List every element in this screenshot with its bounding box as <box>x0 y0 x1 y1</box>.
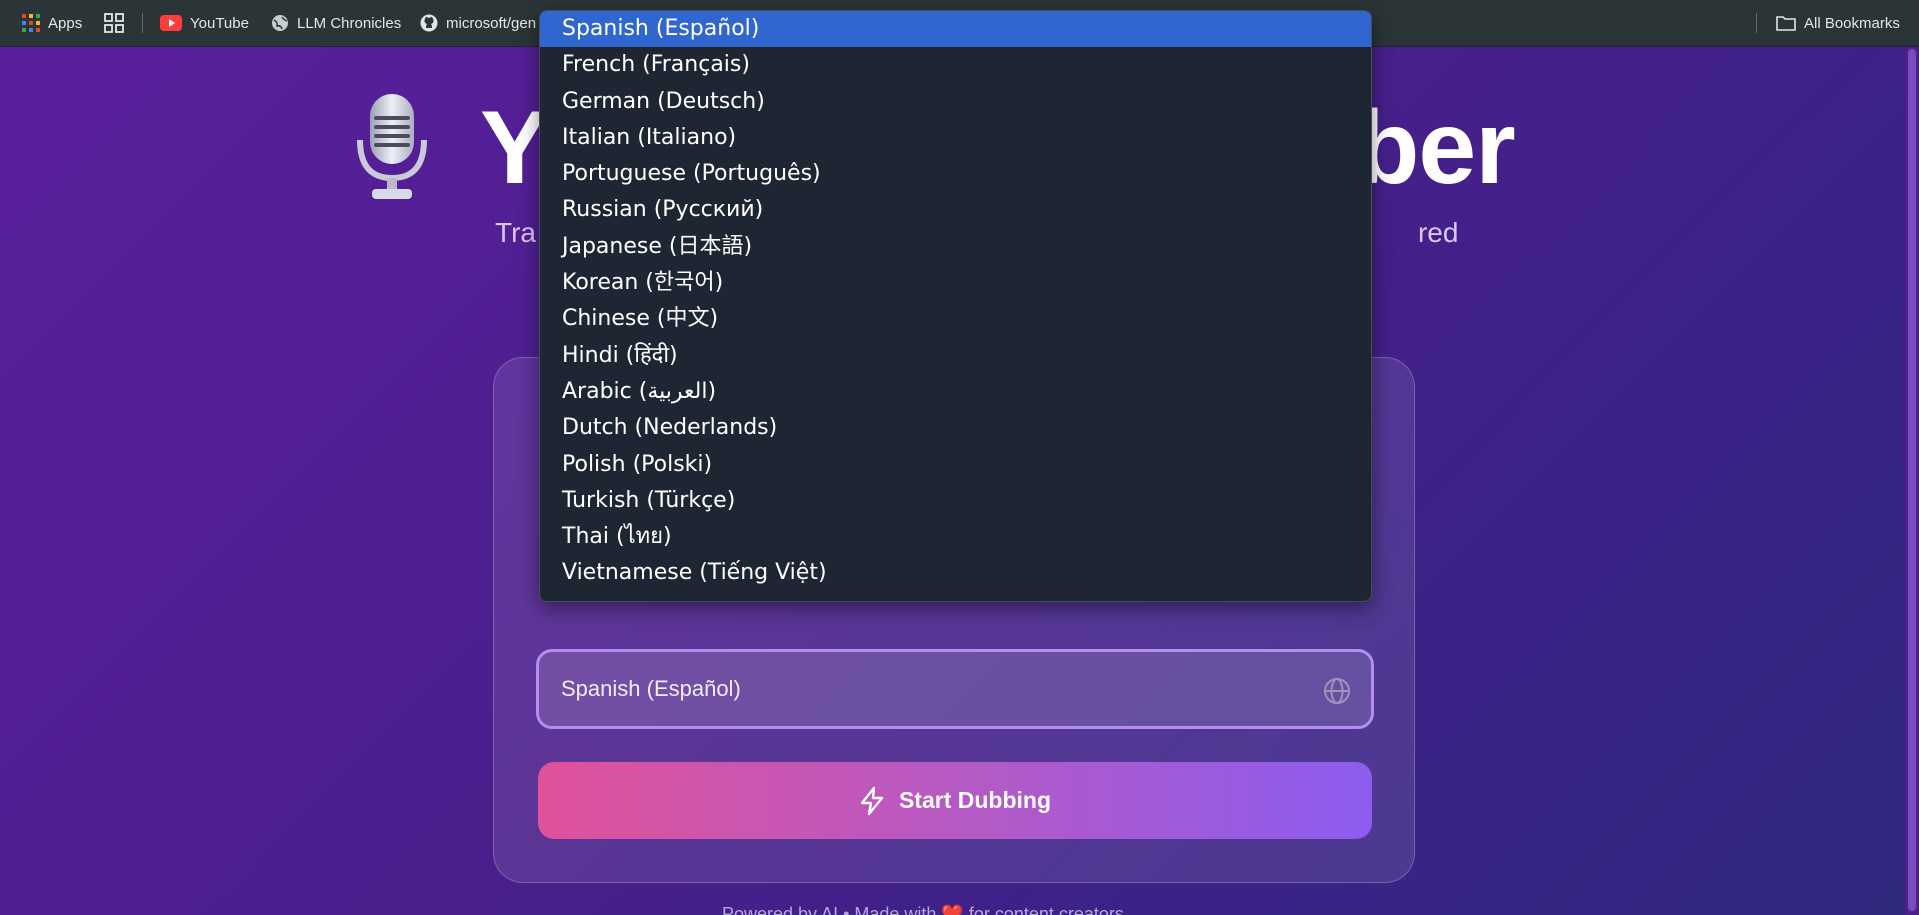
scrollbar-thumb[interactable] <box>1908 49 1916 911</box>
tab-groups-icon <box>104 13 124 33</box>
folder-icon <box>1776 16 1796 31</box>
language-option[interactable]: Dutch (Nederlands) <box>540 410 1371 446</box>
apps-shortcut[interactable]: Apps <box>22 0 82 46</box>
all-bookmarks-label: All Bookmarks <box>1804 14 1900 32</box>
bookmarks-divider <box>142 13 143 33</box>
language-option[interactable]: Vietnamese (Tiếng Việt) <box>540 555 1371 591</box>
bookmark-label: LLM Chronicles <box>297 14 402 32</box>
language-option[interactable]: Portuguese (Português) <box>540 156 1371 192</box>
apps-label: Apps <box>48 14 83 32</box>
bookmark-github[interactable]: microsoft/gen <box>420 0 536 46</box>
youtube-icon <box>160 15 182 31</box>
language-option[interactable]: Polish (Polski) <box>540 447 1371 483</box>
bookmark-youtube[interactable]: YouTube <box>160 0 249 46</box>
bookmarks-divider <box>1756 13 1757 33</box>
language-option[interactable]: Spanish (Español) <box>540 11 1371 48</box>
github-icon <box>420 14 438 32</box>
page-subtitle-start: Tra <box>495 217 536 248</box>
language-option[interactable]: Russian (Русский) <box>540 192 1371 228</box>
language-option[interactable]: Turkish (Türkçe) <box>540 483 1371 519</box>
lightning-icon <box>860 786 884 815</box>
apps-grid-icon <box>22 14 40 32</box>
target-language-select[interactable]: Spanish (Español) <box>536 649 1374 729</box>
page-subtitle-end: red <box>1417 217 1459 248</box>
language-option[interactable]: Thai (ไทย) <box>540 519 1371 555</box>
language-option[interactable]: Korean (한국어) <box>540 265 1371 301</box>
selected-language: Spanish (Español) <box>561 676 741 701</box>
page-scrollbar[interactable] <box>1905 47 1919 915</box>
bookmark-llm-chronicles[interactable]: LLM Chronicles <box>271 0 401 46</box>
start-dubbing-button[interactable]: Start Dubbing <box>538 762 1372 839</box>
language-option[interactable]: German (Deutsch) <box>540 84 1371 120</box>
start-dubbing-label: Start Dubbing <box>898 787 1052 813</box>
footer-text: Powered by AI • Made with ❤️ for content… <box>722 904 1124 915</box>
globe-icon <box>1324 678 1350 704</box>
bookmark-label: YouTube <box>190 14 249 32</box>
language-option[interactable]: Japanese (日本語) <box>540 229 1371 265</box>
language-option[interactable]: French (Français) <box>540 47 1371 83</box>
tab-groups-button[interactable] <box>104 0 124 46</box>
globe-icon <box>272 15 288 31</box>
language-option[interactable]: Italian (Italiano) <box>540 120 1371 156</box>
language-option[interactable]: Arabic (العربية) <box>540 374 1371 410</box>
bookmark-label: microsoft/gen <box>446 14 537 32</box>
all-bookmarks-button[interactable]: All Bookmarks <box>1776 0 1900 46</box>
language-option[interactable]: Chinese (中文) <box>540 301 1371 337</box>
language-dropdown-list[interactable]: Spanish (Español) French (Français) Germ… <box>539 10 1372 602</box>
language-option[interactable]: Hindi (हिंदी) <box>540 338 1371 374</box>
microphone-icon <box>357 94 427 199</box>
